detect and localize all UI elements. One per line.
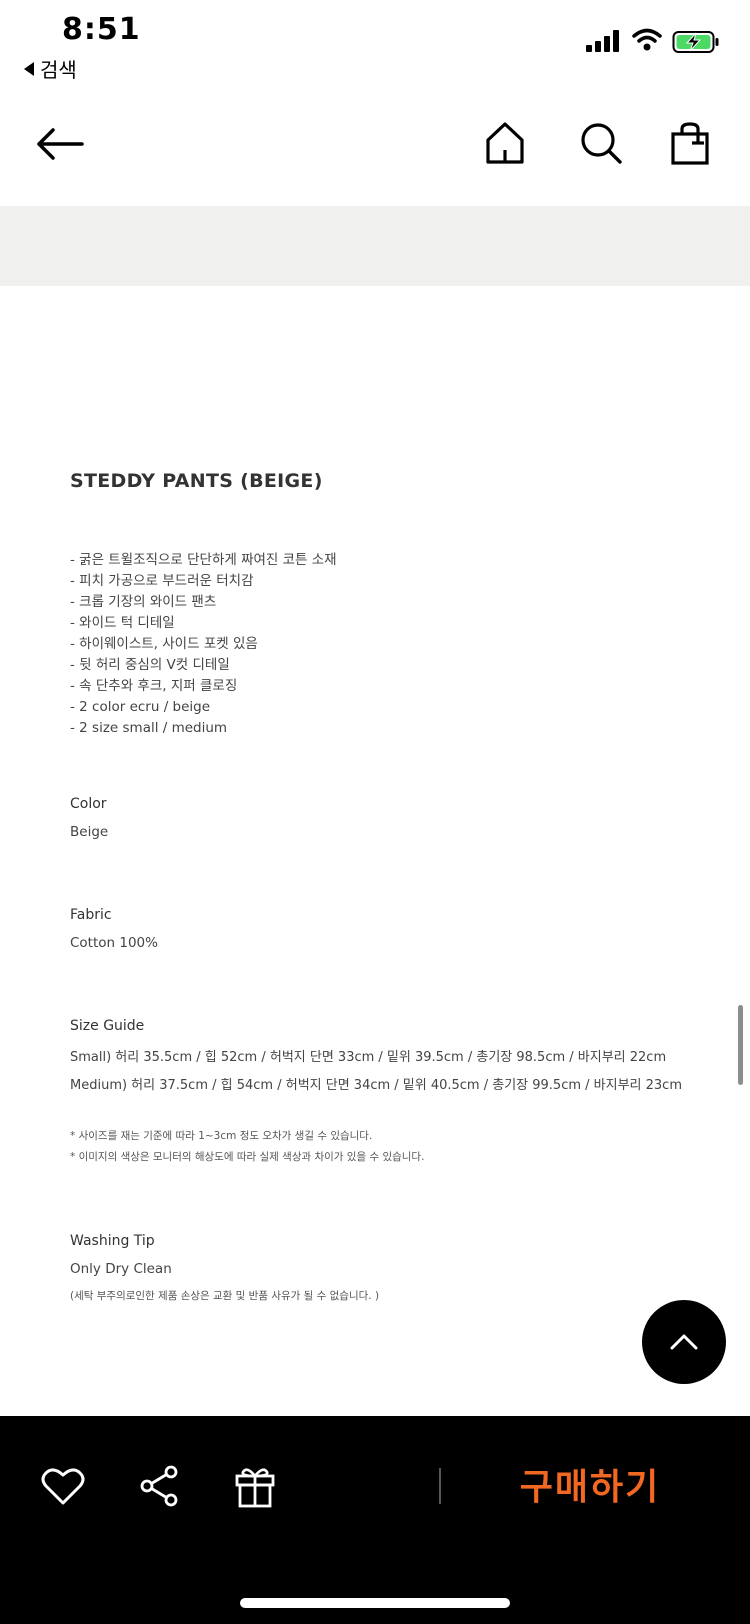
- heart-icon: [41, 1468, 85, 1505]
- status-bar: 8:51 검색: [0, 0, 750, 90]
- scroll-to-top-button[interactable]: [642, 1300, 726, 1384]
- shopping-bag-icon: [671, 122, 709, 165]
- feature-item: - 피치 가공으로 부드러운 터치감: [70, 573, 254, 589]
- fabric-label: Fabric: [70, 907, 112, 923]
- gift-icon: [235, 1468, 275, 1508]
- feature-item: - 굵은 트윌조직으로 단단하게 짜여진 코튼 소재: [70, 552, 337, 568]
- feature-item: - 2 size small / medium: [70, 720, 228, 736]
- feature-item: - 하이웨이스트, 사이드 포켓 있음: [70, 636, 258, 652]
- back-arrow-icon: [37, 128, 84, 160]
- back-to-search-label: 검색: [40, 58, 77, 82]
- gift-button[interactable]: [230, 1462, 280, 1510]
- product-title: STEDDY PANTS (BEIGE): [70, 470, 323, 492]
- shopping-bag-button[interactable]: [665, 115, 715, 171]
- product-image-strip: [0, 206, 750, 286]
- home-button[interactable]: [480, 115, 530, 171]
- wifi-icon: [632, 28, 662, 51]
- size-medium-row: Medium) 허리 37.5cm / 힙 54cm / 허벅지 단면 34cm…: [70, 1078, 682, 1093]
- feature-item: - 2 color ecru / beige: [70, 699, 211, 715]
- feature-item: - 와이드 턱 디테일: [70, 615, 175, 631]
- color-label: Color: [70, 796, 107, 812]
- scrollbar-thumb[interactable]: [738, 1005, 743, 1085]
- washing-tip-value: Only Dry Clean: [70, 1261, 172, 1277]
- search-icon: [581, 123, 622, 164]
- size-note-1: * 사이즈를 재는 기준에 따라 1~3cm 정도 오차가 생길 수 있습니다.: [70, 1130, 373, 1142]
- size-note-2: * 이미지의 색상은 모니터의 해상도에 따라 실제 색상과 차이가 있을 수 …: [70, 1151, 425, 1163]
- bottom-bar-divider: [439, 1468, 441, 1504]
- feature-item: - 뒷 허리 중심의 V컷 디테일: [70, 657, 230, 673]
- home-indicator: [240, 1598, 510, 1608]
- top-navigation: [0, 105, 750, 200]
- share-icon: [140, 1465, 178, 1507]
- wishlist-button[interactable]: [38, 1462, 88, 1510]
- size-guide-label: Size Guide: [70, 1018, 145, 1034]
- feature-item: - 크롭 기장의 와이드 팬츠: [70, 594, 217, 610]
- washing-tip-note: (세탁 부주의로인한 제품 손상은 교환 및 반품 사유가 될 수 없습니다. …: [70, 1290, 380, 1302]
- back-triangle-icon: [24, 62, 34, 76]
- buy-button[interactable]: 구매하기: [500, 1452, 680, 1516]
- cellular-signal-icon: [586, 30, 619, 52]
- battery-charging-icon: [672, 31, 719, 53]
- share-button[interactable]: [136, 1462, 182, 1510]
- search-button[interactable]: [575, 115, 627, 171]
- feature-item: - 속 단추와 후크, 지퍼 클로징: [70, 678, 238, 694]
- back-button[interactable]: [30, 119, 90, 169]
- status-time: 8:51: [62, 12, 141, 47]
- fabric-value: Cotton 100%: [70, 935, 158, 951]
- chevron-up-icon: [670, 1334, 698, 1350]
- home-icon: [486, 122, 524, 164]
- bottom-action-bar: [0, 1416, 750, 1624]
- color-value: Beige: [70, 824, 109, 840]
- washing-tip-label: Washing Tip: [70, 1233, 155, 1249]
- feature-list: - 굵은 트윌조직으로 단단하게 짜여진 코튼 소재 - 피치 가공으로 부드러…: [70, 550, 337, 739]
- size-small-row: Small) 허리 35.5cm / 힙 52cm / 허벅지 단면 33cm …: [70, 1050, 667, 1065]
- back-to-search-link[interactable]: 검색: [24, 54, 77, 83]
